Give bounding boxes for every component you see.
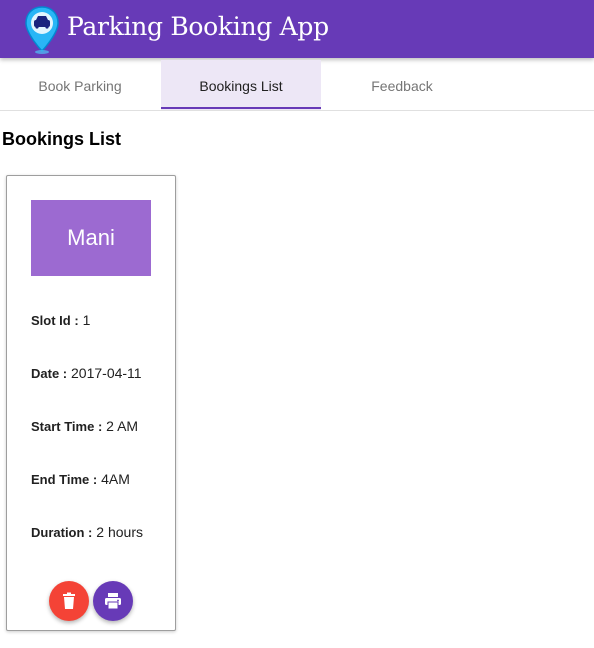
print-button[interactable] [93, 581, 133, 621]
map-pin-car-icon [25, 6, 59, 54]
start-time-value: 2 AM [106, 418, 139, 434]
app-title: Parking Booking App [67, 12, 329, 41]
duration-label: Duration : [31, 525, 93, 540]
printer-icon [105, 593, 121, 610]
app-bar: Parking Booking App [0, 0, 594, 58]
tab-bookings-list[interactable]: Bookings List [161, 60, 321, 110]
page-title: Bookings List [2, 129, 122, 149]
slot-id-field: Slot Id : 1 [31, 312, 90, 328]
delete-button[interactable] [49, 581, 89, 621]
slot-id-value: 1 [82, 312, 91, 328]
end-time-field: End Time : 4AM [31, 471, 130, 487]
date-label: Date : [31, 366, 68, 381]
start-time-field: Start Time : 2 AM [31, 418, 138, 434]
booking-name: Mani [31, 200, 151, 276]
slot-id-label: Slot Id : [31, 313, 79, 328]
date-value: 2017-04-11 [71, 365, 142, 381]
booking-card: Mani Slot Id : 1 Date : 2017-04-11 Start… [6, 175, 176, 631]
date-field: Date : 2017-04-11 [31, 365, 142, 381]
duration-value: 2 hours [96, 524, 143, 540]
end-time-value: 4AM [101, 471, 130, 487]
tab-book-parking[interactable]: Book Parking [0, 60, 160, 110]
tab-feedback[interactable]: Feedback [322, 60, 482, 110]
active-tab-indicator [161, 107, 321, 109]
end-time-label: End Time : [31, 472, 98, 487]
duration-field: Duration : 2 hours [31, 524, 143, 540]
tab-bar: Book Parking Bookings List Feedback [0, 60, 594, 111]
start-time-label: Start Time : [31, 419, 103, 434]
trash-icon [63, 592, 75, 609]
